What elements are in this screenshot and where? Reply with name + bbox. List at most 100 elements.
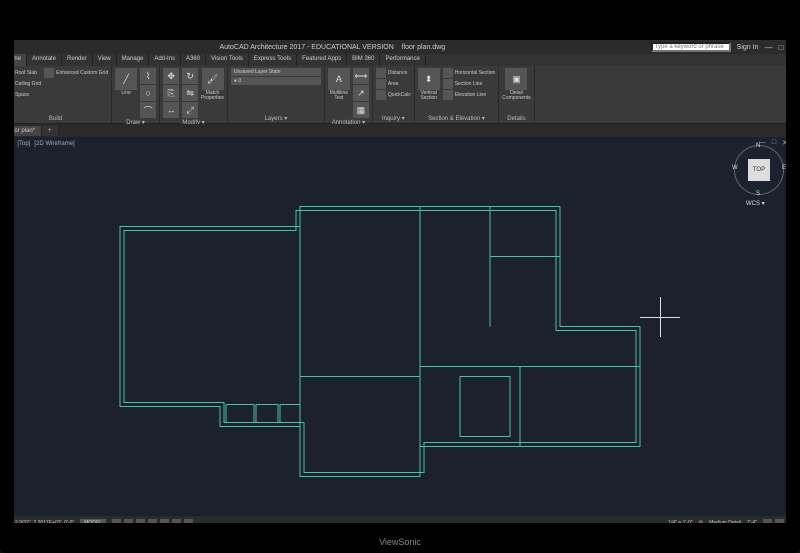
tab-home[interactable]: Home: [0, 54, 27, 66]
chrome-icon[interactable]: ◉: [232, 535, 246, 549]
table-icon[interactable]: ▦: [353, 102, 369, 118]
ceiling-grid-button[interactable]: Ceiling Grid: [3, 79, 41, 89]
viewcube-s[interactable]: S: [756, 191, 760, 197]
enhanced-grid-button[interactable]: Enhanced Custom Grid: [44, 68, 108, 78]
distance-button[interactable]: Distance: [376, 68, 411, 78]
area-icon: [376, 79, 386, 89]
maximize-button[interactable]: □: [778, 43, 783, 52]
viewcube-n[interactable]: N: [756, 143, 760, 149]
app-menu-icon[interactable]: [4, 42, 14, 52]
detail-level-dropdown[interactable]: Medium Detail: [709, 520, 741, 526]
viewcube-w[interactable]: W: [732, 165, 738, 171]
tray-up-icon[interactable]: ˄: [732, 539, 736, 545]
gear-icon[interactable]: ⚙: [699, 520, 703, 526]
dimension-icon[interactable]: ⟷: [353, 68, 369, 84]
viewcube-e[interactable]: E: [782, 165, 786, 171]
monitor-brand: ViewSonic: [379, 537, 421, 547]
elevation-line-button[interactable]: Elevation Line: [443, 90, 496, 100]
wcs-dropdown[interactable]: WCS ▾: [746, 200, 765, 207]
match-properties-button[interactable]: 🖌Match Properties: [201, 68, 224, 101]
circle-icon[interactable]: ○: [140, 85, 156, 101]
tab-manage[interactable]: Manage: [117, 54, 150, 66]
quickcalc-button[interactable]: QuickCalc: [376, 90, 411, 100]
task-view-icon[interactable]: ☰: [181, 535, 195, 549]
panel-section: ⬍Vertical Section Horizontal Section Sec…: [415, 66, 500, 123]
statusbar: 581'-2 9/32", 2.3017E+03', 0'-0" MODEL 1…: [0, 516, 800, 530]
distance-icon: [376, 68, 386, 78]
tab-annotate[interactable]: Annotate: [27, 54, 62, 66]
annotation-scale[interactable]: 1/4" = 1'-0": [668, 520, 692, 526]
tab-bim360[interactable]: BIM 360: [347, 54, 380, 66]
clock-date[interactable]: 3/12/2018: [759, 542, 786, 548]
roof-slab-button[interactable]: Roof Slab: [3, 68, 41, 78]
edge-icon[interactable]: e: [198, 535, 212, 549]
detail-icon: ▣: [505, 68, 527, 90]
drawing-canvas[interactable]: — □ ✕ [-] [Top] [2D Wireframe]: [0, 137, 800, 516]
viewcube[interactable]: TOP N S E W WCS ▾: [734, 145, 784, 195]
mirror-icon[interactable]: ⇋: [182, 85, 198, 101]
layer-dropdown[interactable]: ● 0: [231, 77, 321, 85]
close-button[interactable]: ✕: [789, 43, 796, 52]
panel-title: Build: [3, 115, 108, 122]
leader-icon[interactable]: ↗: [353, 85, 369, 101]
section-line-button[interactable]: Section Line: [443, 79, 496, 89]
calc-icon: [376, 90, 386, 100]
titlebar: AutoCAD Architecture 2017 - EDUCATIONAL …: [0, 40, 800, 54]
panel-layers: Unsaved Layer State ● 0 Layers ▾: [228, 66, 325, 123]
space-button[interactable]: Space: [3, 90, 41, 100]
crosshair-cursor: [640, 297, 680, 337]
line-button[interactable]: ╱Line: [115, 68, 137, 96]
move-icon[interactable]: ✥: [163, 68, 179, 84]
signin-button[interactable]: Sign In: [737, 44, 759, 51]
tab-view[interactable]: View: [93, 54, 117, 66]
tab-addins[interactable]: Add-Ins: [149, 54, 181, 66]
file-tab[interactable]: Floor plan*: [0, 126, 42, 136]
help-search-input[interactable]: [651, 42, 731, 52]
explorer-icon[interactable]: 📁: [215, 535, 229, 549]
tab-render[interactable]: Render: [62, 54, 93, 66]
notifications-icon[interactable]: 💬: [789, 539, 796, 546]
grid-toggle[interactable]: [112, 519, 121, 528]
minimize-button[interactable]: —: [764, 43, 772, 52]
tab-express-tools[interactable]: Express Tools: [249, 54, 297, 66]
tab-performance[interactable]: Performance: [380, 54, 425, 66]
ribbon-tabs: Home Annotate Render View Manage Add-Ins…: [0, 54, 800, 66]
autocad-icon[interactable]: A: [266, 535, 280, 549]
volume-icon[interactable]: 🔊: [748, 539, 755, 546]
panel-details: ▣Detail Components Details: [499, 66, 534, 123]
tab-a360[interactable]: A360: [181, 54, 206, 66]
area-button[interactable]: Area: [376, 79, 411, 89]
hardware-accel-toggle[interactable]: [775, 519, 784, 528]
arc-icon[interactable]: ⌒: [140, 102, 156, 118]
otrack-toggle[interactable]: [172, 519, 181, 528]
copy-icon[interactable]: ⎘: [163, 85, 179, 101]
network-icon[interactable]: 🖧: [739, 537, 746, 547]
grid-icon: [44, 68, 54, 78]
ortho-toggle[interactable]: [136, 519, 145, 528]
polyline-icon[interactable]: ⌇: [140, 68, 156, 84]
layer-state-dropdown[interactable]: Unsaved Layer State: [231, 68, 321, 76]
taskbar-search-input[interactable]: [21, 535, 161, 549]
osnap-toggle[interactable]: [160, 519, 169, 528]
rotate-icon[interactable]: ↻: [182, 68, 198, 84]
stretch-icon[interactable]: ↔: [163, 102, 179, 118]
scale-icon[interactable]: ⤢: [182, 102, 198, 118]
powerpoint-icon[interactable]: P: [249, 535, 263, 549]
new-tab-button[interactable]: +: [42, 126, 59, 136]
lineweight-toggle[interactable]: [184, 519, 193, 528]
vertical-section-button[interactable]: ⬍Vertical Section: [418, 68, 440, 101]
panel-inquiry: Distance Area QuickCalc Inquiry ▾: [373, 66, 415, 123]
model-space-button[interactable]: MODEL: [80, 519, 106, 527]
snap-toggle[interactable]: [124, 519, 133, 528]
detail-components-button[interactable]: ▣Detail Components: [502, 68, 530, 101]
isolate-toggle[interactable]: [763, 519, 772, 528]
clean-screen-toggle[interactable]: [787, 519, 796, 528]
mtext-button[interactable]: AMultiline Text: [328, 68, 350, 101]
polar-toggle[interactable]: [148, 519, 157, 528]
tab-featured-apps[interactable]: Featured Apps: [297, 54, 347, 66]
tab-vision-tools[interactable]: Vision Tools: [206, 54, 249, 66]
cortana-icon[interactable]: ○: [164, 535, 178, 549]
hsection-button[interactable]: Horizontal Section: [443, 68, 496, 78]
floorplan-drawing: [0, 137, 800, 516]
start-button[interactable]: ⊞: [4, 535, 18, 549]
